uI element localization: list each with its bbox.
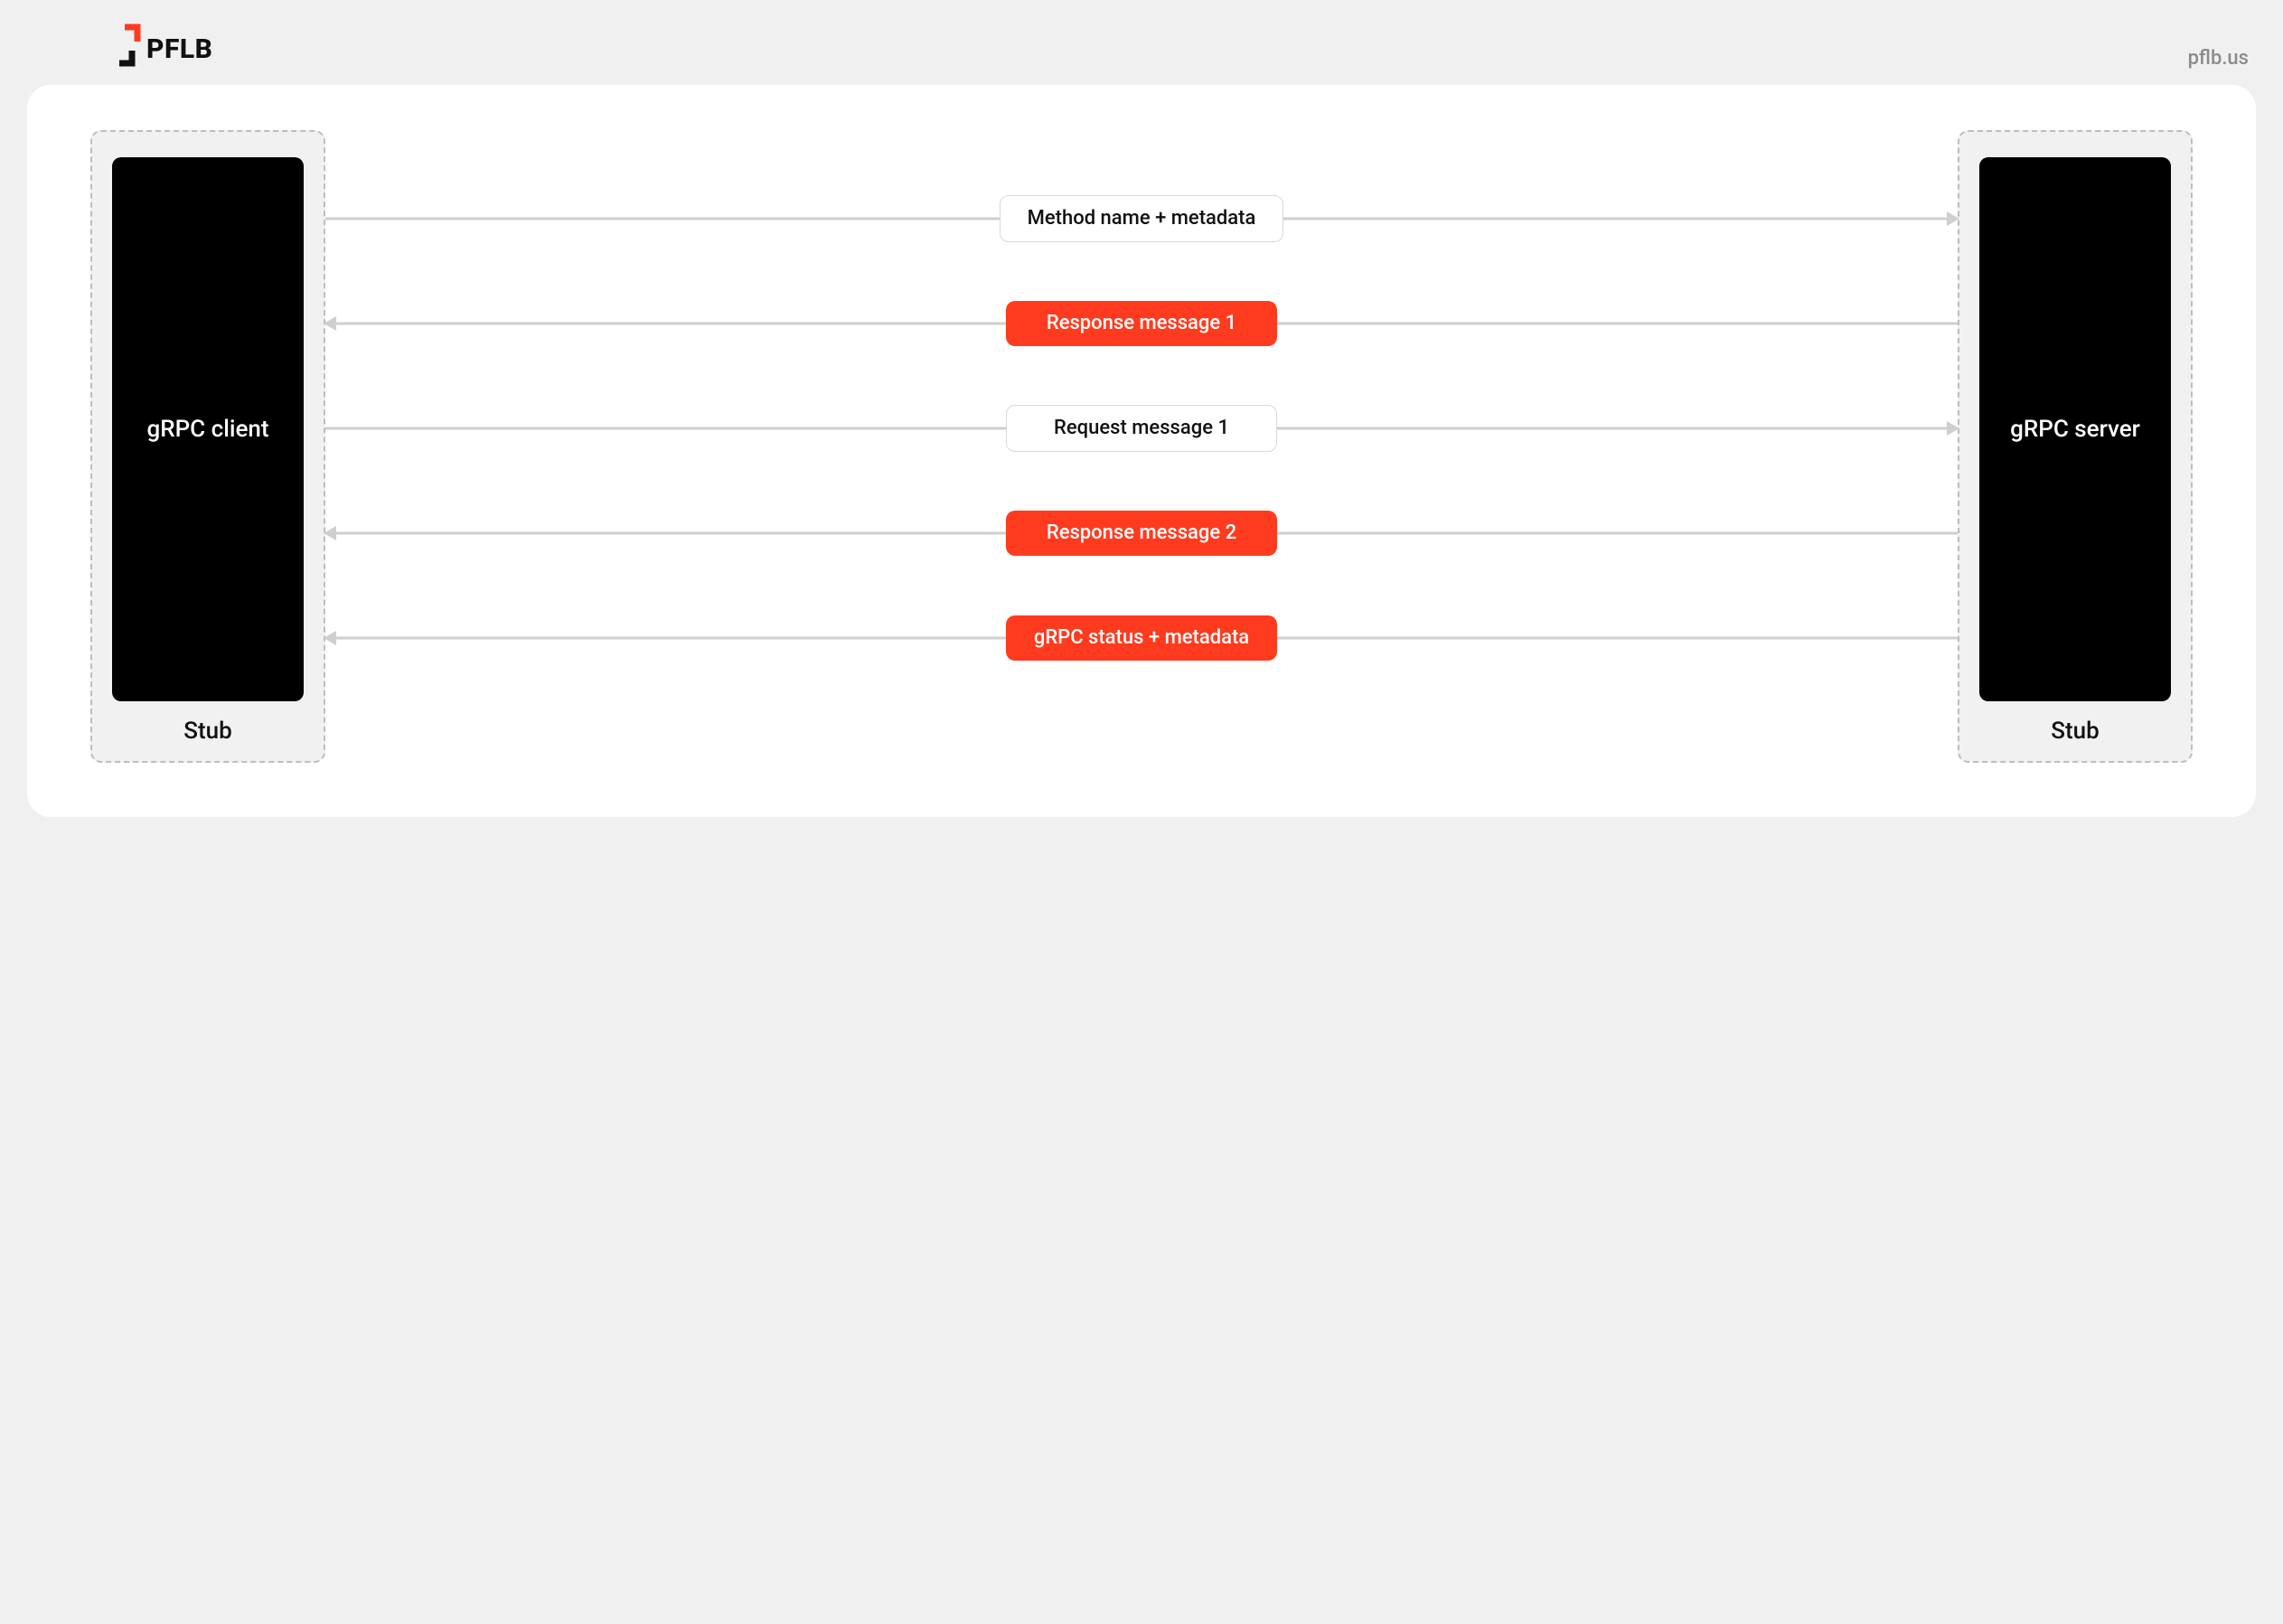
client-stub-label: Stub — [183, 718, 231, 745]
flow-row-response1: Response message 1 — [325, 300, 1958, 347]
flow-pill-response2: Response message 2 — [1006, 511, 1277, 556]
diagram-card: gRPC client Stub Method name + metadata … — [27, 85, 2256, 817]
flow-pill-request1: Request message 1 — [1006, 405, 1277, 452]
flow-row-status: gRPC status + metadata — [325, 615, 1958, 662]
brand-name: PFLB — [146, 23, 212, 63]
header: PFLB pflb.us — [27, 18, 2256, 74]
arrow-right-icon — [1947, 421, 1959, 436]
arrow-right-icon — [1947, 211, 1959, 226]
flow-row-method: Method name + metadata — [325, 195, 1958, 242]
pflb-logo-icon — [34, 23, 146, 74]
flow-row-request1: Request message 1 — [325, 405, 1958, 452]
arrow-left-icon — [324, 316, 336, 331]
arrow-left-icon — [324, 526, 336, 540]
flow-pill-method: Method name + metadata — [1000, 195, 1284, 242]
grpc-server-box: gRPC server — [1979, 157, 2171, 701]
grpc-diagram: gRPC client Stub Method name + metadata … — [90, 130, 2193, 763]
arrow-left-icon — [324, 631, 336, 645]
flow-pill-response1: Response message 1 — [1006, 301, 1277, 346]
server-title: gRPC server — [2010, 416, 2140, 443]
server-stub-label: Stub — [2051, 718, 2099, 745]
client-stub-box: gRPC client Stub — [90, 130, 325, 763]
site-url-label: pflb.us — [2188, 23, 2249, 70]
grpc-client-box: gRPC client — [112, 157, 304, 701]
flow-row-response2: Response message 2 — [325, 510, 1958, 557]
flow-pill-status: gRPC status + metadata — [1006, 615, 1277, 661]
brand-logo: PFLB — [34, 23, 212, 74]
flow-column: Method name + metadata Response message … — [325, 130, 1958, 763]
client-title: gRPC client — [146, 416, 268, 443]
server-stub-box: gRPC server Stub — [1958, 130, 2193, 763]
